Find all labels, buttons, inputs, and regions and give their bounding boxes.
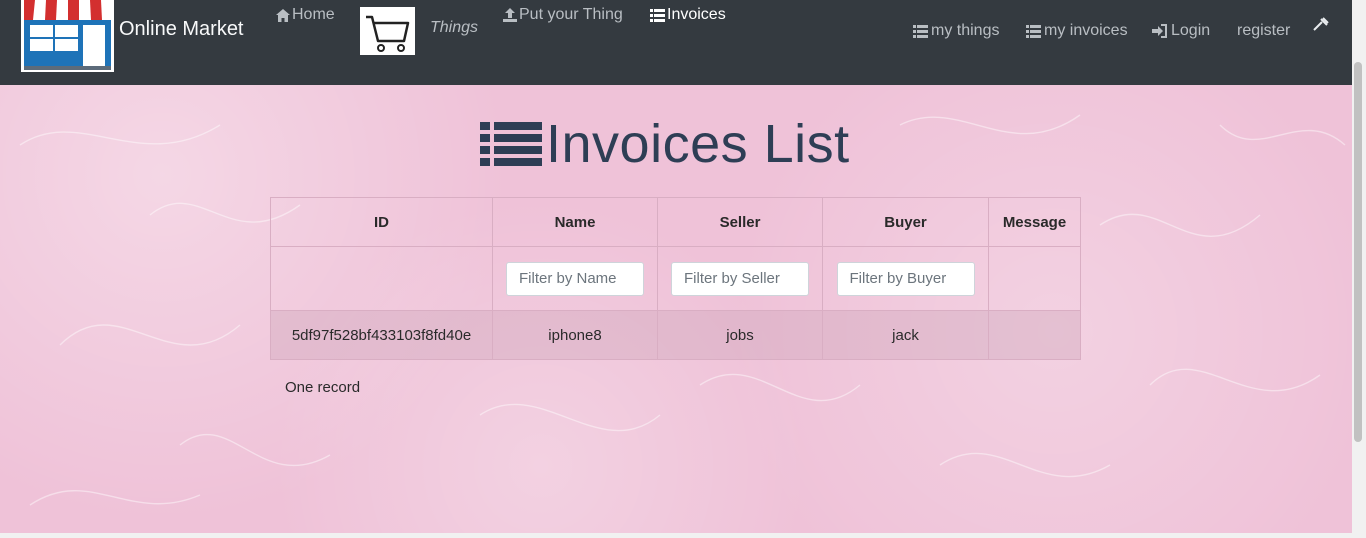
record-count: One record [285,379,361,396]
column-header-seller[interactable]: Seller [657,197,823,247]
column-header-name[interactable]: Name [492,197,658,247]
nav-my-invoices-label: my invoices [1044,22,1128,39]
shop-logo-icon[interactable] [21,0,114,72]
cell-name: iphone8 [492,310,658,360]
nav-home[interactable]: Home [276,6,335,24]
filter-seller-input[interactable] [671,261,809,296]
nav-register[interactable]: register [1237,22,1290,40]
table-header-row: ID Name Seller Buyer Message [270,197,1081,247]
filter-cell-empty [988,246,1081,311]
nav-home-label: Home [292,6,335,23]
table-row[interactable]: 5df97f528bf433103f8fd40e iphone8 jobs ja… [270,310,1081,360]
nav-my-invoices[interactable]: my invoices [1025,22,1128,40]
column-header-id[interactable]: ID [270,197,493,247]
nav-my-things[interactable]: my things [912,22,999,40]
scrollbar-thumb[interactable] [1354,62,1362,442]
nav-put-thing[interactable]: Put your Thing [503,6,623,24]
column-header-message[interactable]: Message [988,197,1081,247]
cell-id: 5df97f528bf433103f8fd40e [270,310,493,360]
cell-seller: jobs [657,310,823,360]
filter-row [270,246,1081,311]
cell-buyer: jack [822,310,989,360]
filter-buyer-input[interactable] [836,261,975,296]
cell-message [988,310,1081,360]
nav-login[interactable]: Login [1152,22,1210,40]
upload-icon [503,8,517,22]
nav-login-label: Login [1171,22,1211,39]
main-content: Invoices List ID Name Seller Buyer Messa… [0,85,1352,533]
list-icon [913,24,928,38]
nav-invoices-label: Invoices [667,6,726,23]
filter-cell-buyer [822,246,989,311]
tool-icon[interactable] [1312,16,1330,37]
nav-my-things-label: my things [931,22,1000,39]
cart-icon[interactable] [360,7,415,55]
nav-things[interactable]: Things [430,19,478,37]
login-icon [1152,24,1167,38]
brand-name[interactable]: Online Market [119,18,244,41]
filter-cell-name [492,246,658,311]
filter-cell-seller [657,246,823,311]
invoices-table: ID Name Seller Buyer Message Filter by N… [270,197,1081,360]
column-header-buyer[interactable]: Buyer [822,197,989,247]
list-icon [650,8,665,22]
page-title: Invoices List [480,113,850,175]
list-icon [1026,24,1041,38]
filter-name-input[interactable] [506,261,644,296]
page-title-text: Invoices List [546,114,850,174]
filter-cell-empty [270,246,493,311]
nav-invoices[interactable]: Invoices [650,6,726,24]
nav-put-thing-label: Put your Thing [519,6,623,23]
home-icon [276,8,290,22]
bottom-bar [0,533,1366,538]
nav-register-label: register [1237,22,1291,39]
navbar: Online Market Home Things Put your Thing… [0,0,1352,85]
list-icon [480,122,542,166]
